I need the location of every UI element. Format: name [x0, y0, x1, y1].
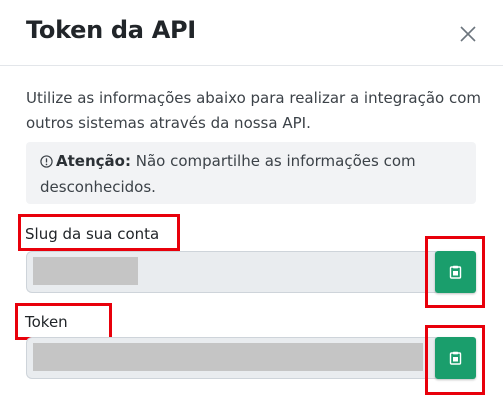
info-circle-icon [40, 151, 53, 175]
modal-title: Token da API [26, 16, 196, 44]
copy-slug-button[interactable] [435, 251, 476, 293]
close-icon [460, 26, 476, 42]
modal-header: Token da API [0, 0, 503, 66]
intro-text: Utilize as informações abaixo para reali… [26, 89, 481, 132]
slug-input[interactable] [26, 251, 436, 293]
token-field-label: Token [25, 313, 68, 331]
clipboard-icon [449, 351, 462, 365]
copy-token-button[interactable] [435, 337, 476, 379]
slug-redacted-value [33, 257, 138, 285]
alert-label: Atenção: [56, 152, 131, 170]
close-button[interactable] [456, 22, 480, 46]
token-input-group [26, 337, 477, 379]
warning-alert: Atenção: Não compartilhe as informações … [26, 142, 476, 204]
token-redacted-value [33, 343, 423, 371]
clipboard-icon [449, 265, 462, 279]
token-input[interactable] [26, 337, 436, 379]
slug-field-label: Slug da sua conta [25, 225, 160, 243]
slug-input-group [26, 251, 477, 293]
api-token-modal: Token da API Utilize as informações abai… [0, 0, 503, 408]
